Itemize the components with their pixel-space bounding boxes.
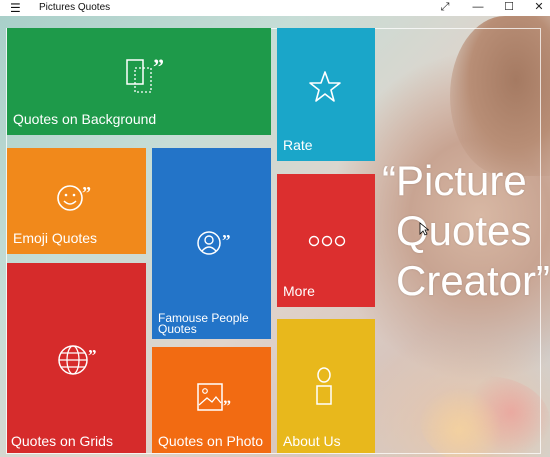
globe-quote-icon: ”: [58, 345, 97, 375]
svg-text:”: ”: [82, 183, 91, 203]
title-bar: ☰ Pictures Quotes ⤢ — ☐ ✕: [0, 0, 550, 16]
svg-text:”: ”: [223, 398, 231, 415]
quotes-on-grids-label: Quotes on Grids: [11, 432, 113, 449]
quotes-on-photo-label: Quotes on Photo: [158, 432, 264, 449]
app-title: Pictures Quotes: [39, 2, 111, 13]
mouse-cursor-icon: [419, 222, 429, 236]
headline-line-2: Quotes: [396, 207, 532, 254]
quotes-on-background-tile[interactable]: ” Quotes on Background: [7, 28, 271, 135]
close-icon[interactable]: ✕: [524, 0, 550, 16]
minimize-icon[interactable]: —: [463, 0, 493, 16]
svg-text:”: ”: [88, 346, 97, 365]
smiley-quote-icon: ”: [57, 183, 91, 211]
background-quote-icon: ”: [126, 54, 164, 93]
quotes-on-grids-tile[interactable]: ” Quotes on Grids: [7, 263, 146, 453]
headline-line-3: Creator”: [396, 257, 550, 304]
emoji-quotes-label: Emoji Quotes: [13, 229, 98, 246]
famous-people-quotes-tile[interactable]: ” Famouse People Quotes: [152, 148, 271, 339]
famous-people-quotes-label: Famouse People Quotes: [158, 311, 249, 336]
quotes-on-photo-tile[interactable]: ” Quotes on Photo: [152, 347, 271, 453]
headline-line-1: “Picture: [382, 157, 527, 204]
more-dots-icon: [308, 235, 346, 247]
svg-text:”: ”: [222, 231, 231, 250]
more-label: More: [283, 282, 315, 299]
rate-label: Rate: [283, 136, 313, 153]
hamburger-icon[interactable]: ☰: [10, 1, 21, 15]
app-headline: “Picture Quotes Creator”: [382, 156, 550, 306]
star-icon: [309, 71, 341, 102]
person-outline-icon: [316, 367, 332, 405]
quotes-on-background-label: Quotes on Background: [13, 110, 157, 127]
emoji-quotes-tile[interactable]: ” Emoji Quotes: [7, 148, 146, 254]
resize-icon[interactable]: ⤢: [430, 0, 460, 16]
about-us-tile[interactable]: About Us: [277, 319, 375, 453]
person-quote-icon: ”: [197, 231, 231, 255]
photo-quote-icon: ”: [197, 383, 231, 415]
more-tile[interactable]: More: [277, 174, 375, 307]
rate-tile[interactable]: Rate: [277, 28, 375, 161]
svg-text:”: ”: [153, 54, 164, 79]
about-us-label: About Us: [283, 432, 341, 449]
main-content: ” Quotes on Background Rate ” Emoji Quot…: [0, 16, 550, 457]
maximize-icon[interactable]: ☐: [494, 0, 524, 16]
